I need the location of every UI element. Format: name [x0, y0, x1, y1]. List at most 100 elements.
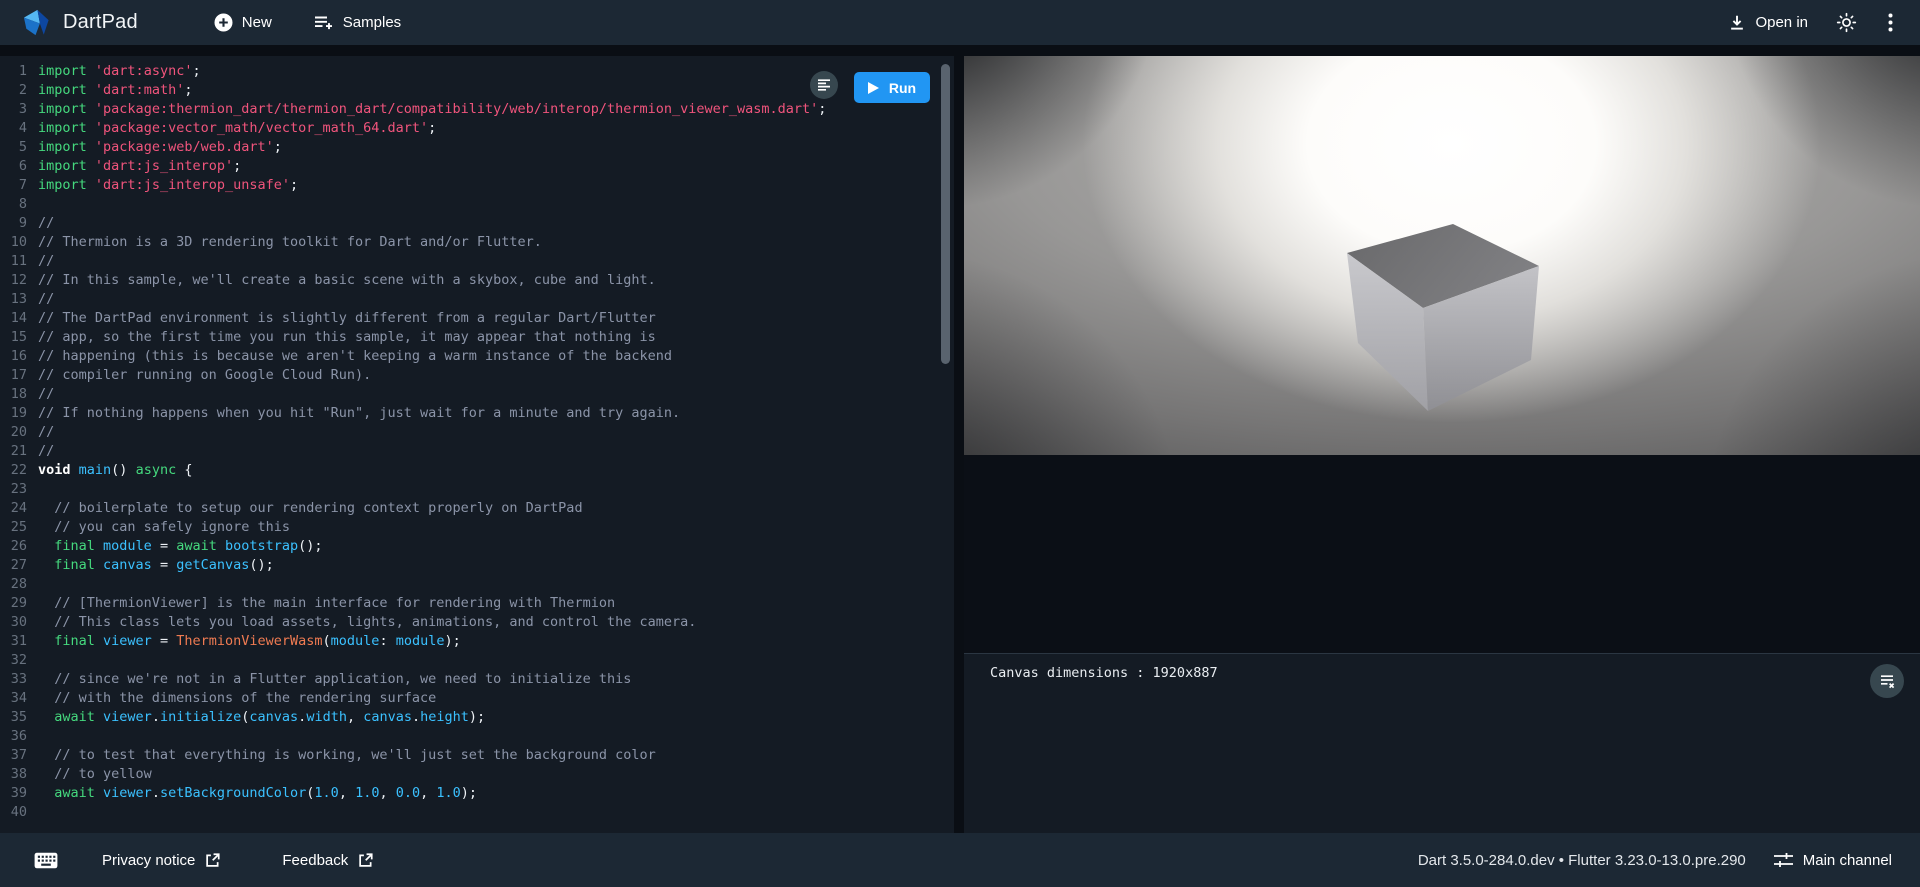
code-line[interactable]: 20//	[0, 423, 954, 442]
code-line[interactable]: 8	[0, 195, 954, 214]
line-number: 30	[0, 613, 38, 632]
code-line[interactable]: 32	[0, 651, 954, 670]
line-number: 35	[0, 708, 38, 727]
code-line[interactable]: 27 final canvas = getCanvas();	[0, 556, 954, 575]
line-number: 15	[0, 328, 38, 347]
editor-scrollbar[interactable]	[941, 64, 950, 364]
code-line[interactable]: 36	[0, 727, 954, 746]
line-number: 31	[0, 632, 38, 651]
line-number: 10	[0, 233, 38, 252]
code-line[interactable]: 28	[0, 575, 954, 594]
code-line[interactable]: 17// compiler running on Google Cloud Ru…	[0, 366, 954, 385]
code-line[interactable]: 16// happening (this is because we aren'…	[0, 347, 954, 366]
top-app-bar: DartPad New Samples Open in	[0, 0, 1920, 45]
code-line[interactable]: 31 final viewer = ThermionViewerWasm(mod…	[0, 632, 954, 651]
line-number: 14	[0, 309, 38, 328]
code-line[interactable]: 37 // to test that everything is working…	[0, 746, 954, 765]
code-line[interactable]: 21//	[0, 442, 954, 461]
download-icon	[1728, 14, 1746, 32]
code-line[interactable]: 7import 'dart:js_interop_unsafe';	[0, 176, 954, 195]
code-line[interactable]: 11//	[0, 252, 954, 271]
theme-toggle-button[interactable]	[1830, 7, 1862, 39]
code-line[interactable]: 29 // [ThermionViewer] is the main inter…	[0, 594, 954, 613]
line-number: 26	[0, 537, 38, 556]
new-button-label: New	[242, 14, 272, 31]
code-line[interactable]: 39 await viewer.setBackgroundColor(1.0, …	[0, 784, 954, 803]
code-line[interactable]: 4import 'package:vector_math/vector_math…	[0, 119, 954, 138]
line-number: 16	[0, 347, 38, 366]
line-number: 8	[0, 195, 38, 214]
open-in-new-icon	[358, 853, 373, 868]
line-number: 13	[0, 290, 38, 309]
code-line[interactable]: 9//	[0, 214, 954, 233]
code-editor[interactable]: 1import 'dart:async';2import 'dart:math'…	[0, 56, 954, 833]
code-line[interactable]: 13//	[0, 290, 954, 309]
console-output: Canvas dimensions : 1920x887	[990, 665, 1218, 681]
code-line[interactable]: 19// If nothing happens when you hit "Ru…	[0, 404, 954, 423]
line-number: 11	[0, 252, 38, 271]
code-line[interactable]: 26 final module = await bootstrap();	[0, 537, 954, 556]
code-line[interactable]: 18//	[0, 385, 954, 404]
line-number: 3	[0, 100, 38, 119]
line-number: 6	[0, 157, 38, 176]
line-number: 36	[0, 727, 38, 746]
run-button[interactable]: Run	[854, 72, 930, 103]
tune-icon	[1774, 852, 1793, 868]
line-number: 34	[0, 689, 38, 708]
line-number: 19	[0, 404, 38, 423]
code-line[interactable]: 35 await viewer.initialize(canvas.width,…	[0, 708, 954, 727]
line-number: 4	[0, 119, 38, 138]
open-in-new-icon	[205, 853, 220, 868]
code-line[interactable]: 34 // with the dimensions of the renderi…	[0, 689, 954, 708]
code-line[interactable]: 22void main() async {	[0, 461, 954, 480]
code-line[interactable]: 38 // to yellow	[0, 765, 954, 784]
code-line[interactable]: 6import 'dart:js_interop';	[0, 157, 954, 176]
channel-selector[interactable]: Main channel	[1774, 852, 1892, 869]
cube-3d	[964, 56, 1920, 455]
kebab-menu-icon	[1888, 13, 1893, 32]
code-line[interactable]: 15// app, so the first time you run this…	[0, 328, 954, 347]
code-line[interactable]: 23	[0, 480, 954, 499]
render-viewport[interactable]	[964, 56, 1920, 455]
line-number: 21	[0, 442, 38, 461]
overflow-menu-button[interactable]	[1874, 7, 1906, 39]
version-text: Dart 3.5.0-284.0.dev • Flutter 3.23.0-13…	[1418, 852, 1746, 869]
dart-logo-icon	[22, 8, 51, 37]
line-number: 23	[0, 480, 38, 499]
status-bar: Privacy notice Feedback Dart 3.5.0-284.0…	[0, 833, 1920, 887]
feedback-link[interactable]: Feedback	[282, 852, 373, 869]
app-title: DartPad	[63, 11, 138, 34]
line-number: 25	[0, 518, 38, 537]
code-line[interactable]: 25 // you can safely ignore this	[0, 518, 954, 537]
new-button[interactable]: New	[214, 13, 272, 32]
privacy-notice-link[interactable]: Privacy notice	[102, 852, 220, 869]
code-line[interactable]: 10// Thermion is a 3D rendering toolkit …	[0, 233, 954, 252]
console-toggle-button[interactable]	[34, 852, 58, 869]
code-line[interactable]: 12// In this sample, we'll create a basi…	[0, 271, 954, 290]
clear-console-button[interactable]	[1870, 664, 1904, 698]
privacy-notice-label: Privacy notice	[102, 852, 195, 869]
keyboard-icon	[34, 852, 58, 869]
canvas-empty-area	[964, 455, 1920, 653]
line-number: 12	[0, 271, 38, 290]
samples-button[interactable]: Samples	[314, 14, 401, 31]
line-number: 39	[0, 784, 38, 803]
format-button[interactable]	[810, 71, 838, 99]
line-number: 18	[0, 385, 38, 404]
play-icon	[868, 82, 879, 94]
code-line[interactable]: 40	[0, 803, 954, 822]
channel-label: Main channel	[1803, 852, 1892, 869]
code-line[interactable]: 3import 'package:thermion_dart/thermion_…	[0, 100, 954, 119]
run-button-label: Run	[889, 80, 916, 96]
line-number: 9	[0, 214, 38, 233]
code-line[interactable]: 5import 'package:web/web.dart';	[0, 138, 954, 157]
line-number: 27	[0, 556, 38, 575]
playlist-add-icon	[314, 15, 334, 31]
code-line[interactable]: 14// The DartPad environment is slightly…	[0, 309, 954, 328]
open-in-button[interactable]: Open in	[1728, 14, 1808, 32]
line-number: 28	[0, 575, 38, 594]
code-line[interactable]: 24 // boilerplate to setup our rendering…	[0, 499, 954, 518]
code-line[interactable]: 33 // since we're not in a Flutter appli…	[0, 670, 954, 689]
code-line[interactable]: 30 // This class lets you load assets, l…	[0, 613, 954, 632]
line-number: 20	[0, 423, 38, 442]
